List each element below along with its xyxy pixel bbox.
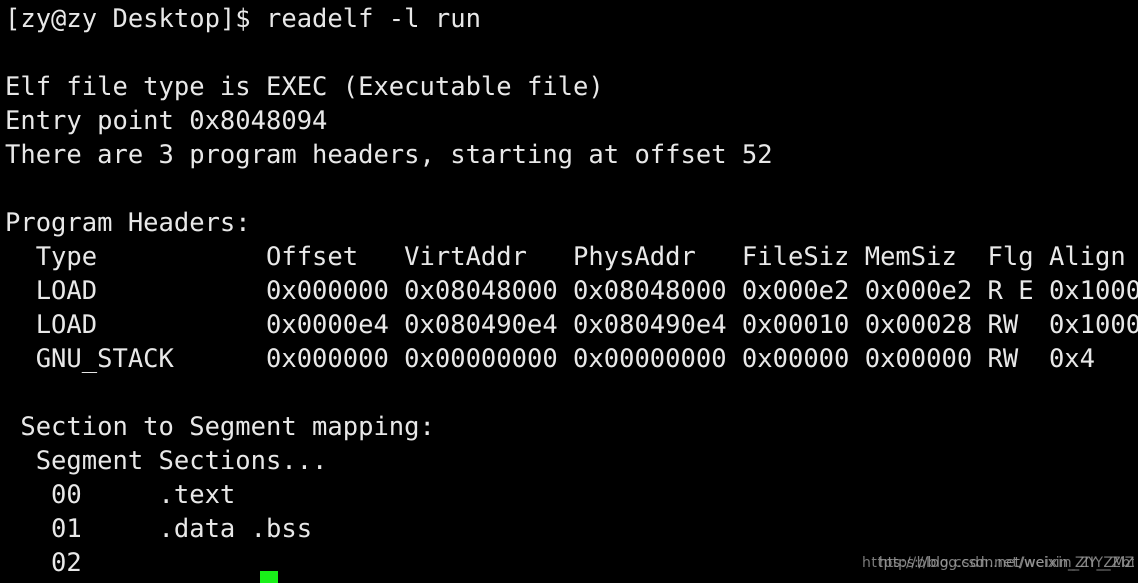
- terminal-cursor: [260, 571, 278, 583]
- output-line-elf-file-type: Elf file type is EXEC (Executable file): [5, 72, 604, 102]
- program-headers-column-header: Type Offset VirtAddr PhysAddr FileSiz Me…: [5, 242, 1126, 272]
- program-headers-title: Program Headers:: [5, 208, 251, 238]
- output-line-entry-point: Entry point 0x8048094: [5, 106, 328, 136]
- section-mapping-row: 00 .text: [5, 480, 236, 510]
- section-mapping-row: 02: [5, 548, 159, 578]
- output-line-program-header-count: There are 3 program headers, starting at…: [5, 140, 773, 170]
- section-mapping-row: 01 .data .bss: [5, 514, 313, 544]
- terminal-screen[interactable]: [zy@zy Desktop]$ readelf -l run Elf file…: [0, 0, 1138, 581]
- terminal-prompt-line: [zy@zy Desktop]$ readelf -l run: [5, 4, 481, 34]
- program-header-row: LOAD 0x000000 0x08048000 0x08048000 0x00…: [5, 276, 1138, 306]
- program-header-row: LOAD 0x0000e4 0x080490e4 0x080490e4 0x00…: [5, 310, 1138, 340]
- terminal-window[interactable]: [zy@zy Desktop]$ readelf -l run Elf file…: [0, 0, 1138, 583]
- section-to-segment-mapping-title: Section to Segment mapping:: [5, 412, 435, 442]
- program-header-row: GNU_STACK 0x000000 0x00000000 0x00000000…: [5, 344, 1096, 374]
- section-mapping-column-header: Segment Sections...: [5, 446, 328, 476]
